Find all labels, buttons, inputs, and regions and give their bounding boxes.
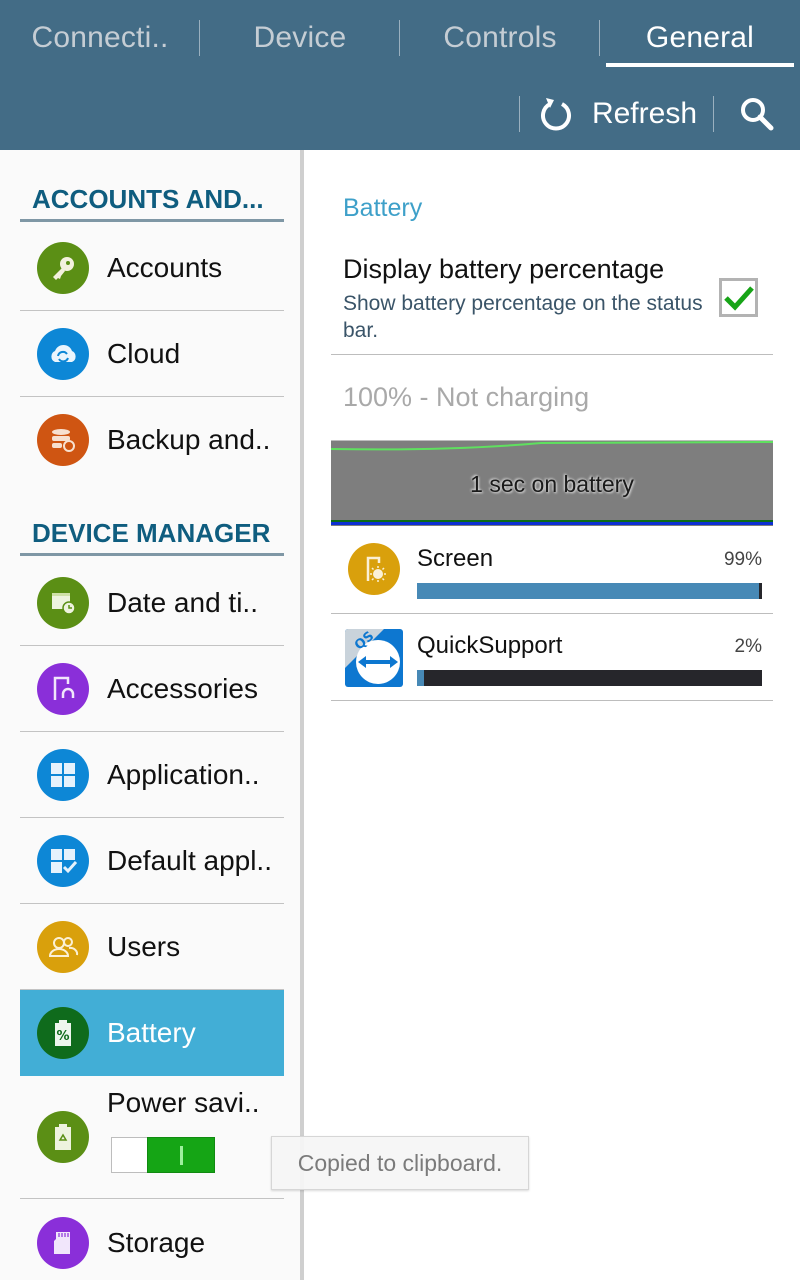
sidebar: ACCOUNTS AND... Accounts Cloud Backup an…	[0, 150, 300, 1280]
sidebar-item-label: Cloud	[107, 337, 181, 369]
tab-label: Connecti..	[31, 21, 169, 54]
setting-title: Display battery percentage	[343, 254, 665, 284]
sidebar-item-label: Backup and..	[107, 424, 271, 455]
tab-general[interactable]: General	[600, 0, 800, 76]
backup-icon	[37, 414, 89, 466]
usage-percent: 2%	[734, 636, 762, 657]
cloud-sync-icon	[37, 327, 89, 380]
sidebar-item-label: Users	[107, 930, 181, 962]
search-button[interactable]	[714, 88, 800, 140]
toast-message: Copied to clipboard.	[271, 1136, 529, 1190]
sidebar-item-accessories[interactable]: Accessories	[20, 646, 284, 732]
tab-device[interactable]: Device	[200, 0, 400, 76]
sidebar-item-label: Accounts	[107, 251, 223, 283]
usage-bar	[417, 583, 762, 599]
sidebar-item-backup[interactable]: Backup and..	[20, 397, 284, 483]
battery-level-line	[331, 441, 773, 451]
apps-grid-icon	[37, 748, 89, 801]
sidebar-item-cloud[interactable]: Cloud	[20, 311, 284, 397]
tab-controls[interactable]: Controls	[400, 0, 600, 76]
battery-percent-icon: %	[37, 1007, 89, 1059]
sidebar-item-storage[interactable]: Storage	[20, 1200, 284, 1280]
key-icon	[37, 241, 89, 294]
display-percentage-checkbox[interactable]	[719, 278, 758, 317]
active-tab-indicator	[606, 63, 794, 67]
tab-bar: Connecti.. Device Controls General	[0, 0, 800, 76]
quicksupport-icon: QS	[345, 629, 403, 687]
sidebar-item-default-apps[interactable]: Default appl..	[20, 818, 284, 904]
accessories-icon	[37, 662, 89, 715]
svg-text:%: %	[56, 1029, 69, 1044]
default-apps-icon	[37, 834, 89, 887]
sidebar-item-label: Date and ti..	[107, 586, 258, 618]
tab-label: General	[645, 21, 755, 54]
tab-label: Controls	[443, 21, 557, 54]
battery-panel: Battery Display battery percentage Show …	[304, 150, 800, 1280]
section-title-accounts: ACCOUNTS AND...	[20, 182, 284, 222]
sidebar-item-users[interactable]: Users	[20, 904, 284, 990]
graph-label: 1 sec on battery	[470, 471, 634, 497]
section-title-device-manager: DEVICE MANAGER	[20, 516, 284, 556]
graph-baseline	[331, 520, 773, 526]
usage-bar	[417, 670, 762, 686]
refresh-icon	[540, 98, 571, 131]
usage-bar-fill	[417, 670, 424, 686]
power-saving-icon	[37, 1111, 89, 1163]
setting-summary: Show battery percentage on the status ba…	[343, 292, 703, 342]
sidebar-item-label: Battery	[107, 1017, 196, 1048]
usage-item-screen[interactable]: Screen 99%	[331, 527, 773, 614]
toggle-on-state	[147, 1137, 215, 1173]
sidebar-item-label: Accessories	[107, 672, 258, 704]
sidebar-item-label: Default appl..	[107, 844, 272, 876]
usage-name: QuickSupport	[417, 632, 563, 659]
page-title: Battery	[343, 194, 423, 222]
sidebar-item-label: Application..	[107, 758, 260, 790]
sd-card-icon	[37, 1217, 89, 1269]
search-icon	[741, 98, 774, 131]
usage-item-quicksupport[interactable]: QS QuickSupport 2%	[331, 614, 773, 701]
battery-status: 100% - Not charging	[343, 382, 590, 412]
sidebar-item-battery[interactable]: % Battery	[20, 990, 284, 1076]
display-battery-percentage-setting[interactable]: Display battery percentage Show battery …	[331, 240, 773, 355]
header-bar: Connecti.. Device Controls General Refre…	[0, 0, 800, 150]
power-saving-toggle[interactable]	[111, 1137, 215, 1173]
sidebar-item-label: Storage	[107, 1227, 206, 1258]
tab-connections[interactable]: Connecti..	[0, 0, 200, 76]
settings-app: Connecti.. Device Controls General Refre…	[0, 0, 800, 1280]
calendar-clock-icon	[37, 576, 89, 629]
sidebar-item-power-saving[interactable]: Power savi..	[20, 1075, 284, 1199]
sidebar-item-label: Power savi..	[107, 1087, 260, 1118]
battery-history-graph[interactable]: 1 sec on battery	[331, 440, 773, 526]
usage-name: Screen	[417, 545, 494, 572]
screen-brightness-icon	[348, 543, 400, 595]
sidebar-item-applications[interactable]: Application..	[20, 732, 284, 818]
sidebar-item-accounts[interactable]: Accounts	[20, 225, 284, 311]
sidebar-item-date-time[interactable]: Date and ti..	[20, 560, 284, 646]
usage-percent: 99%	[723, 549, 762, 570]
refresh-button[interactable]: Refresh	[520, 88, 713, 140]
users-icon	[37, 920, 89, 973]
checkmark-icon	[723, 285, 754, 311]
usage-bar-fill	[417, 583, 759, 599]
refresh-label: Refresh	[591, 97, 697, 130]
tab-label: Device	[253, 21, 347, 54]
action-bar: Refresh	[518, 88, 800, 140]
